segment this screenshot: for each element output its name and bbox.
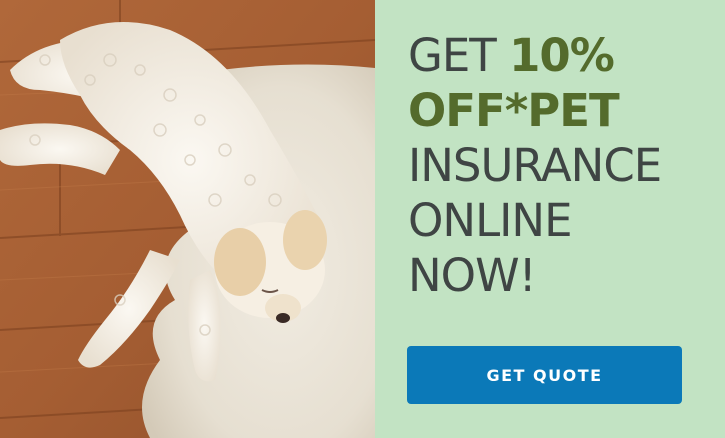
headline-discount: 10% [509, 29, 615, 82]
get-quote-button[interactable]: GET QUOTE [407, 346, 682, 404]
dog-photo [0, 0, 375, 438]
dog-on-rug-image [0, 0, 375, 438]
headline-now: NOW! [408, 249, 537, 302]
headline-get: GET [408, 29, 510, 82]
promo-headline: GET 10% OFF*PET INSURANCE ONLINE NOW! [408, 28, 718, 303]
headline-off-pet: OFF*PET [408, 84, 620, 137]
insurance-ad-banner: GET 10% OFF*PET INSURANCE ONLINE NOW! GE… [0, 0, 725, 438]
promo-panel: GET 10% OFF*PET INSURANCE ONLINE NOW! GE… [375, 0, 725, 438]
headline-online: ONLINE [408, 194, 573, 247]
headline-insurance: INSURANCE [408, 139, 662, 192]
